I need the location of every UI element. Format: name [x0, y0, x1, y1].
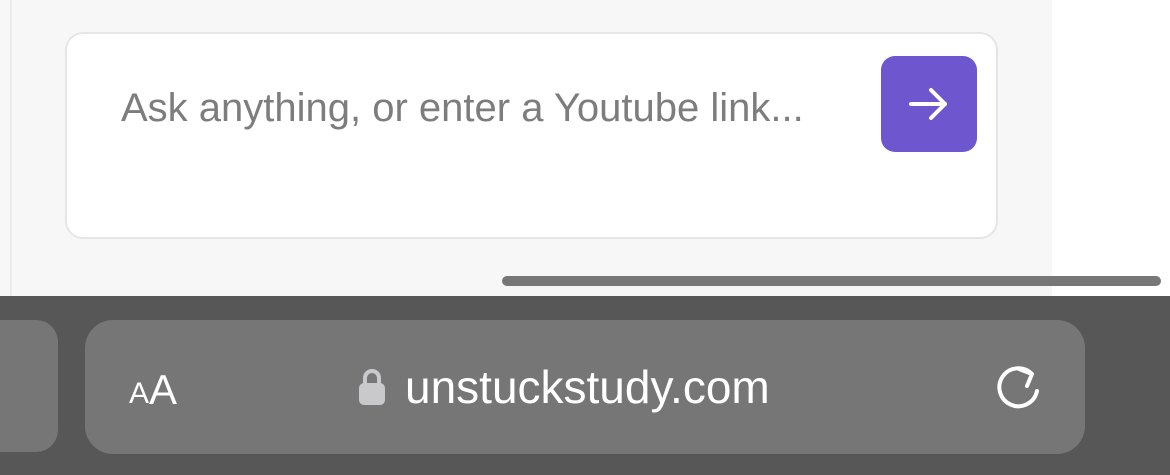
chat-input[interactable] — [121, 76, 821, 206]
reader-settings-button[interactable]: A A — [129, 362, 177, 412]
reload-icon — [997, 366, 1039, 409]
url-display[interactable]: unstuckstudy.com — [357, 358, 770, 416]
address-bar[interactable]: A A unstuckstudy.com — [85, 320, 1085, 454]
reload-button[interactable] — [991, 360, 1049, 418]
horizontal-scrollbar[interactable] — [502, 276, 1161, 286]
aa-small-letter: A — [129, 377, 150, 410]
right-panel — [1052, 0, 1170, 296]
lock-icon — [357, 365, 387, 409]
browser-toolbar: A A unstuckstudy.com — [0, 296, 1170, 475]
web-content — [0, 0, 1170, 296]
aa-large-letter: A — [149, 366, 178, 413]
page: A A unstuckstudy.com — [0, 0, 1170, 475]
left-divider — [10, 0, 12, 296]
url-text: unstuckstudy.com — [405, 361, 770, 413]
arrow-right-icon — [909, 88, 947, 120]
send-button[interactable] — [881, 56, 977, 152]
chat-input-box — [65, 32, 998, 239]
previous-tab[interactable] — [0, 320, 58, 452]
